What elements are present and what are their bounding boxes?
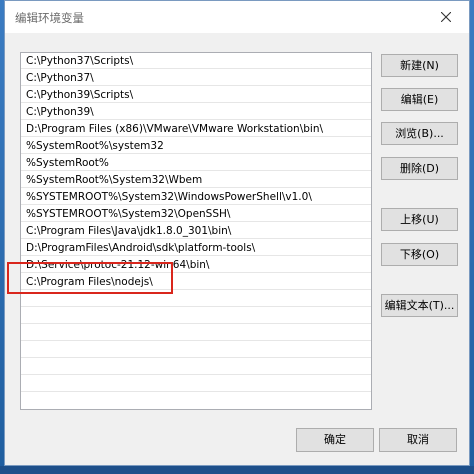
- list-item[interactable]: %SYSTEMROOT%\System32\OpenSSH\: [21, 206, 371, 222]
- list-item[interactable]: %SystemRoot%: [21, 155, 371, 171]
- list-item[interactable]: D:\Program Files (x86)\VMware\VMware Wor…: [21, 121, 371, 137]
- path-list[interactable]: C:\Python37\Scripts\ C:\Python37\ C:\Pyt…: [20, 52, 372, 410]
- dialog-body: C:\Python37\Scripts\ C:\Python37\ C:\Pyt…: [5, 33, 469, 465]
- list-item[interactable]: C:\Python39\Scripts\: [21, 87, 371, 103]
- list-item[interactable]: %SystemRoot%\System32\Wbem: [21, 172, 371, 188]
- list-item[interactable]: D:\ProgramFiles\Android\sdk\platform-too…: [21, 240, 371, 256]
- desktop-background-bottom: [0, 466, 474, 474]
- move-up-button[interactable]: 上移(U): [381, 208, 458, 231]
- edit-env-variable-dialog: 编辑环境变量 C:\Python37\Scripts\ C:\Python37\…: [4, 0, 470, 466]
- close-button[interactable]: [431, 5, 461, 29]
- list-item[interactable]: D:\Service\protoc-21.12-win64\bin\: [21, 257, 371, 273]
- delete-button[interactable]: 删除(D): [381, 157, 458, 180]
- list-item[interactable]: %SYSTEMROOT%\System32\WindowsPowerShell\…: [21, 189, 371, 205]
- empty-row[interactable]: [21, 376, 371, 392]
- empty-row[interactable]: [21, 308, 371, 324]
- empty-row[interactable]: [21, 291, 371, 307]
- list-item[interactable]: %SystemRoot%\system32: [21, 138, 371, 154]
- ok-button[interactable]: 确定: [296, 428, 374, 452]
- empty-row[interactable]: [21, 325, 371, 341]
- cancel-button[interactable]: 取消: [379, 428, 457, 452]
- move-down-button[interactable]: 下移(O): [381, 243, 458, 266]
- list-item[interactable]: C:\Python37\: [21, 70, 371, 86]
- list-item[interactable]: C:\Program Files\nodejs\: [21, 274, 371, 290]
- list-item[interactable]: C:\Python39\: [21, 104, 371, 120]
- title-bar[interactable]: 编辑环境变量: [5, 1, 469, 33]
- list-item[interactable]: C:\Python37\Scripts\: [21, 53, 371, 69]
- window-title: 编辑环境变量: [15, 11, 84, 25]
- browse-button[interactable]: 浏览(B)...: [381, 122, 458, 145]
- empty-row[interactable]: [21, 359, 371, 375]
- list-item[interactable]: C:\Program Files\Java\jdk1.8.0_301\bin\: [21, 223, 371, 239]
- close-icon: [441, 12, 451, 22]
- new-button[interactable]: 新建(N): [381, 54, 458, 77]
- edit-button[interactable]: 编辑(E): [381, 88, 458, 111]
- edit-text-button[interactable]: 编辑文本(T)...: [381, 294, 458, 317]
- empty-row[interactable]: [21, 342, 371, 358]
